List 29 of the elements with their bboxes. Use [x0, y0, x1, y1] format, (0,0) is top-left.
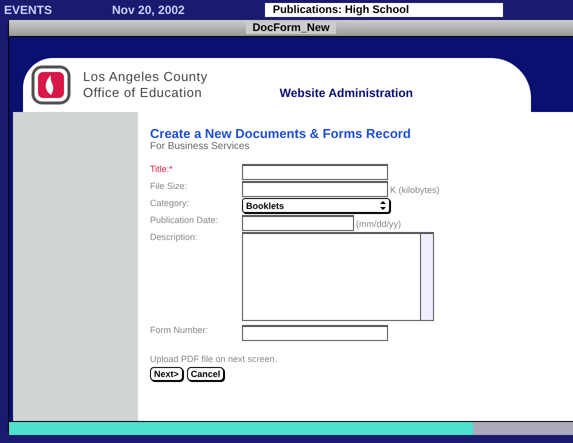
org-name: Office of Education	[83, 85, 204, 101]
field-label: Category:	[150, 198, 190, 208]
input-field[interactable]	[242, 325, 388, 341]
background-text: EVENTS	[4, 3, 52, 17]
field-label: File Size:	[150, 181, 188, 191]
category-select[interactable]: Booklets	[242, 198, 390, 213]
form-subheading: For Business Services	[150, 141, 250, 152]
input-field[interactable]	[242, 164, 388, 180]
input-field[interactable]	[242, 215, 354, 231]
field-label: Publication Date:	[150, 215, 220, 225]
description-textarea[interactable]	[242, 232, 434, 321]
flame-logo-icon	[31, 65, 71, 105]
org-name: Los Angeles County	[83, 69, 208, 85]
field-hint: (mm/dd/yy)	[356, 219, 401, 229]
updown-arrows-icon	[380, 201, 386, 210]
form-button[interactable]: Next>	[150, 367, 183, 381]
form-heading: Create a New Documents & Forms Record	[150, 126, 412, 141]
upload-note: Upload PDF file on next screen.	[150, 354, 278, 364]
form-button[interactable]: Cancel	[186, 367, 224, 381]
field-hint: K (kilobytes)	[390, 185, 440, 195]
field-label: Form Number:	[150, 325, 210, 335]
input-field[interactable]	[242, 181, 388, 197]
field-label: Description:	[150, 232, 199, 242]
vertical-scrollbar[interactable]	[420, 234, 433, 320]
background-text: Nov 20, 2002	[112, 3, 185, 17]
horizontal-scrollbar[interactable]	[9, 421, 573, 435]
section-title: Website Administration	[280, 86, 413, 100]
window-title: DocForm_New	[246, 22, 336, 34]
field-label: Title:*	[150, 164, 174, 174]
